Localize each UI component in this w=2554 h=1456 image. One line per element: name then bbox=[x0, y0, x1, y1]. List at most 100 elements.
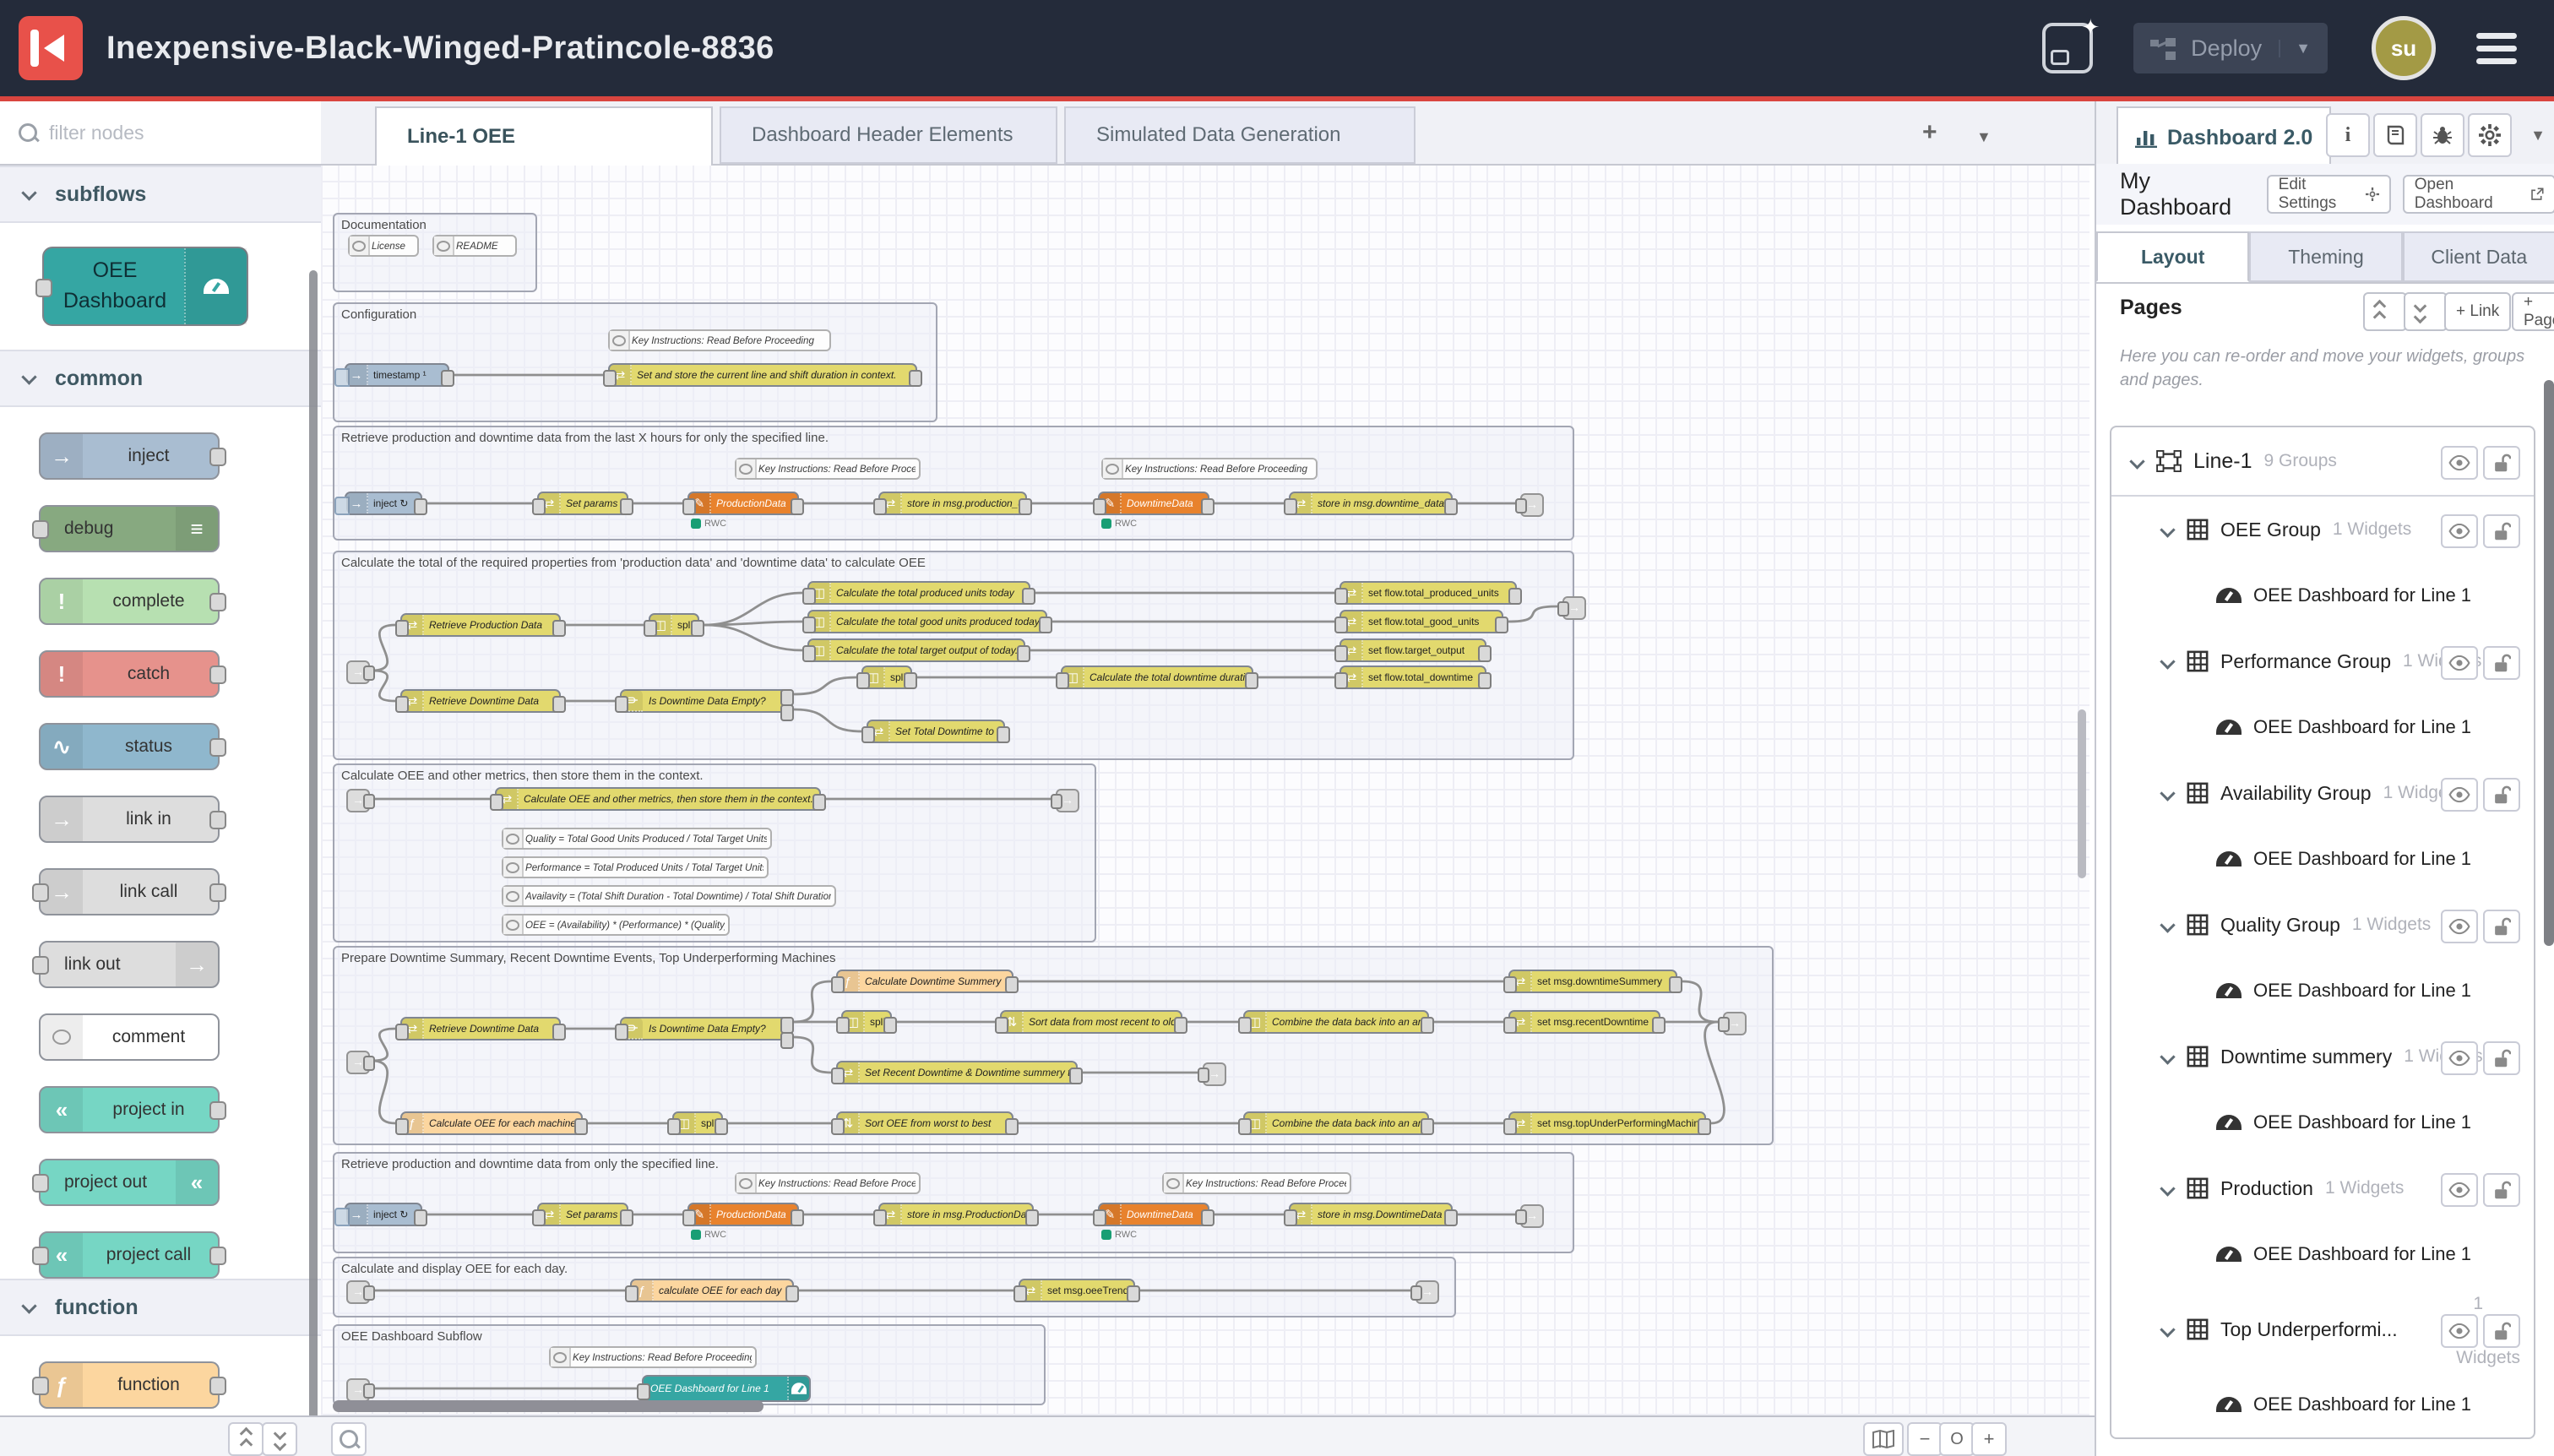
node-port[interactable] bbox=[363, 1056, 375, 1071]
add-link-button[interactable]: + Link bbox=[2444, 292, 2511, 331]
canvas-search-button[interactable] bbox=[331, 1422, 367, 1456]
layout-row-group-production[interactable]: Production1 Widgets bbox=[2111, 1155, 2534, 1221]
flow-node-calculate-downtime-summery[interactable]: ƒCalculate Downtime Summery bbox=[836, 970, 1013, 993]
output-port[interactable] bbox=[1478, 645, 1492, 662]
flow-node-comment[interactable]: Performance = Total Produced Units / Tot… bbox=[502, 856, 769, 878]
input-port[interactable] bbox=[32, 1247, 49, 1265]
toggle-lock-button[interactable] bbox=[2483, 1041, 2520, 1075]
output-port[interactable] bbox=[1698, 1118, 1711, 1135]
node-port[interactable] bbox=[1410, 1285, 1422, 1301]
flow-node-retrieve-downtime-data[interactable]: ⇄Retrieve Downtime Data bbox=[400, 1017, 561, 1040]
toggle-lock-button[interactable] bbox=[2483, 1173, 2520, 1207]
flow-node-comment[interactable]: Key Instructions: Read Before Proceeding bbox=[1162, 1172, 1351, 1194]
flow-node-comment[interactable]: Key Instructions: Read Before Proceeding bbox=[1101, 458, 1318, 480]
output-port-1[interactable] bbox=[780, 1017, 794, 1034]
output-port[interactable] bbox=[1669, 976, 1682, 993]
flow-node-calculate-oee-for-each-day[interactable]: ƒcalculate OEE for each day bbox=[630, 1279, 794, 1302]
output-port[interactable] bbox=[791, 498, 804, 515]
output-port[interactable] bbox=[414, 1209, 427, 1226]
node-port[interactable] bbox=[363, 1285, 375, 1301]
help-button[interactable] bbox=[2373, 113, 2417, 157]
toggle-lock-button[interactable] bbox=[2483, 446, 2520, 480]
layout-row-group-oee-group[interactable]: OEE Group1 Widgets bbox=[2111, 497, 2534, 562]
output-port[interactable] bbox=[997, 726, 1010, 743]
output-port[interactable] bbox=[1174, 1017, 1187, 1034]
output-port[interactable] bbox=[883, 1017, 897, 1034]
output-port[interactable] bbox=[785, 1285, 799, 1302]
input-port[interactable] bbox=[32, 956, 49, 975]
input-port[interactable] bbox=[802, 588, 816, 605]
flow-list-caret[interactable]: ▼ bbox=[1976, 128, 1992, 146]
flow-node-split[interactable]: ◫split bbox=[861, 666, 912, 689]
flow-node-split[interactable]: ◫split bbox=[649, 613, 699, 637]
layout-row-group-downtime-summery[interactable]: Downtime summery1 Widgets bbox=[2111, 1024, 2534, 1089]
input-port[interactable] bbox=[532, 498, 546, 515]
layout-row-group-top-underperformi[interactable]: Top Underperformi...1Widgets bbox=[2111, 1287, 2534, 1372]
zoom-out-button[interactable]: − bbox=[1907, 1422, 1943, 1456]
output-port[interactable] bbox=[209, 1247, 226, 1265]
flow-node-calculate-the-total-produced-u[interactable]: ◫Calculate the total produced units toda… bbox=[807, 581, 1030, 605]
flow-node-set-total-downtime-to-0[interactable]: ⇄Set Total Downtime to 0 bbox=[867, 720, 1005, 743]
navigator-button[interactable] bbox=[1863, 1422, 1904, 1456]
palette-node-link-out[interactable]: →link out bbox=[39, 941, 220, 988]
input-port[interactable] bbox=[1334, 672, 1348, 689]
output-port[interactable] bbox=[209, 883, 226, 902]
input-port[interactable] bbox=[1013, 1285, 1027, 1302]
input-port[interactable] bbox=[995, 1017, 1008, 1034]
flow-node-comment[interactable]: Availavity = (Total Shift Duration - Tot… bbox=[502, 885, 836, 907]
tab-client-data[interactable]: Client Data bbox=[2403, 231, 2554, 282]
flow-node-link-in[interactable] bbox=[346, 660, 370, 684]
output-port[interactable] bbox=[1495, 617, 1508, 633]
layout-row-widget[interactable]: OEE Dashboard for Line 1 bbox=[2111, 1221, 2534, 1287]
output-port[interactable] bbox=[209, 811, 226, 829]
flow-node-set-msg-oeetrend[interactable]: ⇄set msg.oeeTrend bbox=[1019, 1279, 1135, 1302]
input-port[interactable] bbox=[32, 883, 49, 902]
output-port[interactable] bbox=[1201, 498, 1215, 515]
flow-node-set-msg-recentdowntime[interactable]: ⇄set msg.recentDowntime bbox=[1508, 1010, 1660, 1034]
flow-assistant-icon[interactable]: ✦ bbox=[2042, 23, 2093, 73]
layout-row-group-availability-group[interactable]: Availability Group1 Widgets bbox=[2111, 760, 2534, 826]
node-port[interactable] bbox=[1198, 1068, 1209, 1083]
flow-node-split[interactable]: ◫split bbox=[841, 1010, 892, 1034]
input-port[interactable] bbox=[831, 1118, 845, 1135]
output-port[interactable] bbox=[1127, 1285, 1140, 1302]
flow-node-timestamp[interactable]: →timestamp ¹ bbox=[345, 363, 449, 387]
tab-layout[interactable]: Layout bbox=[2096, 231, 2249, 282]
flow-node-comment[interactable]: README bbox=[432, 235, 517, 257]
input-port[interactable] bbox=[836, 1017, 850, 1034]
output-port[interactable] bbox=[1005, 1118, 1019, 1135]
toggle-lock-button[interactable] bbox=[2483, 1314, 2520, 1348]
output-port[interactable] bbox=[209, 1377, 226, 1395]
output-port[interactable] bbox=[620, 498, 633, 515]
node-port[interactable] bbox=[1557, 601, 1569, 617]
output-port[interactable] bbox=[441, 370, 454, 387]
input-port[interactable] bbox=[1503, 1017, 1517, 1034]
input-port[interactable] bbox=[1334, 645, 1348, 662]
input-port[interactable] bbox=[1284, 498, 1297, 515]
output-port[interactable] bbox=[209, 666, 226, 684]
flow-node-is-downtime-data-empty[interactable]: ⋔Is Downtime Data Empty? bbox=[620, 1017, 789, 1040]
deploy-options-caret[interactable]: ▼ bbox=[2279, 40, 2311, 57]
input-port[interactable] bbox=[1056, 672, 1069, 689]
toggle-visibility-button[interactable] bbox=[2441, 1041, 2478, 1075]
flow-node-link-in[interactable] bbox=[346, 1378, 370, 1402]
zoom-reset-button[interactable]: O bbox=[1939, 1422, 1975, 1456]
canvas-vscrollbar[interactable] bbox=[2078, 709, 2086, 878]
palette-node-project-call[interactable]: «project call bbox=[39, 1231, 220, 1279]
palette-node-status[interactable]: ∿status bbox=[39, 723, 220, 770]
input-port[interactable] bbox=[625, 1285, 638, 1302]
output-port[interactable] bbox=[904, 672, 917, 689]
node-port[interactable] bbox=[1515, 1209, 1527, 1225]
output-port[interactable] bbox=[1421, 1017, 1434, 1034]
toggle-visibility-button[interactable] bbox=[2441, 514, 2478, 548]
input-port[interactable] bbox=[395, 1024, 409, 1040]
flow-node-comment[interactable]: Key Instructions: Read Before Proceeding bbox=[549, 1346, 757, 1368]
output-port[interactable] bbox=[574, 1118, 588, 1135]
palette-node-catch[interactable]: !catch bbox=[39, 650, 220, 698]
flow-node-set-flow-total-produced-units[interactable]: ⇄set flow.total_produced_units bbox=[1339, 581, 1517, 605]
palette-section-subflows[interactable]: subflows bbox=[0, 166, 321, 223]
output-port[interactable] bbox=[909, 370, 922, 387]
toggle-visibility-button[interactable] bbox=[2441, 778, 2478, 812]
chevron-down-icon[interactable] bbox=[2160, 785, 2175, 801]
output-port[interactable] bbox=[1025, 1209, 1039, 1226]
